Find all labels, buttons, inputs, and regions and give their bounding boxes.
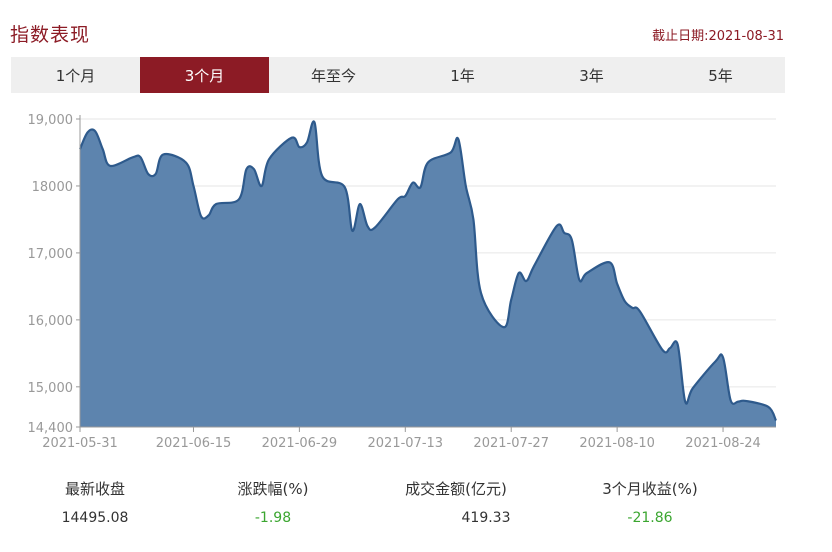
stat-3m-return: 3个月收益(%) -21.86 [550, 478, 750, 528]
stat-value: -21.86 [627, 510, 673, 526]
stats-panel: 最新收盘 14495.08 涨跌幅(%) -1.98 成交金额(亿元) 419.… [0, 478, 832, 538]
stat-change-pct: 涨跌幅(%) -1.98 [173, 478, 373, 528]
tab-1-month[interactable]: 1个月 [11, 57, 140, 93]
tab-1-year[interactable]: 1年 [398, 57, 527, 93]
stat-label: 最新收盘 [64, 480, 125, 498]
y-tick-label: 16,000 [28, 314, 74, 329]
x-tick-label: 2021-05-31 [42, 436, 118, 451]
x-tick-label: 2021-08-10 [579, 436, 655, 451]
index-chart: 19,0001800017,00016,00015,00014,4002021-… [28, 113, 777, 451]
y-tick-label: 14,400 [28, 421, 74, 436]
tab-5-years[interactable]: 5年 [656, 57, 785, 93]
series-area [80, 121, 776, 427]
x-tick-label: 2021-08-24 [685, 436, 761, 451]
as-of-date: 截止日期:2021-08-31 [652, 29, 784, 44]
stat-latest-close: 最新收盘 14495.08 [0, 478, 195, 528]
y-tick-label: 15,000 [28, 381, 74, 396]
tab-3-years[interactable]: 3年 [527, 57, 656, 93]
y-tick-label: 17,000 [28, 247, 74, 262]
stat-label: 涨跌幅(%) [237, 480, 309, 498]
stat-value: 14495.08 [61, 510, 129, 526]
header: 指数表现 截止日期:2021-08-31 [0, 0, 832, 56]
y-tick-label: 19,000 [28, 113, 74, 128]
x-tick-label: 2021-06-15 [156, 436, 232, 451]
period-tabs: 1个月 3个月 年至今 1年 3年 5年 [11, 57, 785, 93]
x-tick-label: 2021-07-27 [473, 436, 549, 451]
stat-label: 3个月收益(%) [602, 480, 698, 498]
x-tick-label: 2021-07-13 [368, 436, 444, 451]
stat-value: -1.98 [254, 510, 292, 526]
stat-label: 成交金额(亿元) [405, 480, 507, 498]
page-title: 指数表现 [10, 24, 91, 46]
x-tick-label: 2021-06-29 [262, 436, 338, 451]
stat-value: 419.33 [461, 510, 511, 526]
y-tick-label: 18000 [32, 180, 73, 195]
tab-3-months[interactable]: 3个月 [140, 57, 269, 93]
stat-turnover: 成交金额(亿元) 419.33 [356, 478, 556, 528]
tab-ytd[interactable]: 年至今 [269, 57, 398, 93]
